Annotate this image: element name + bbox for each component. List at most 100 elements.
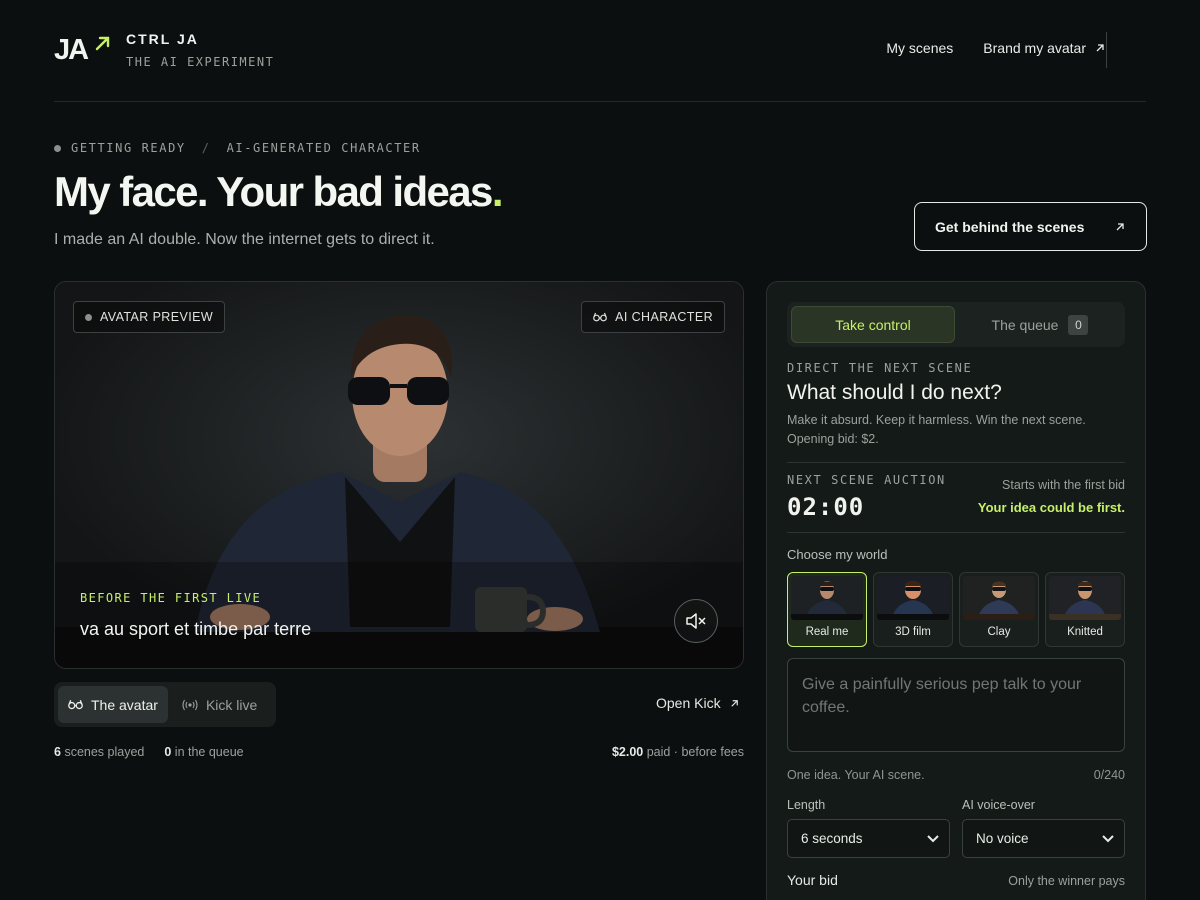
breadcrumb: GETTING READY / AI-GENERATED CHARACTER [54, 141, 421, 155]
arrow-up-right-icon [1096, 44, 1104, 52]
panel-tabs: Take control The queue 0 [787, 302, 1125, 347]
crumb-type: AI-GENERATED CHARACTER [226, 141, 421, 155]
title-text: My face. Your bad ideas [54, 168, 493, 215]
scenes-played-stat: 6 scenes played [54, 745, 144, 759]
select-value: No voice [976, 831, 1029, 846]
toggle-label: The avatar [91, 696, 158, 713]
crumb-separator: / [201, 141, 211, 155]
arrow-up-right-icon [95, 36, 110, 51]
status-dot [54, 144, 61, 152]
nav-brand-my-avatar[interactable]: Brand my avatar [983, 40, 1106, 56]
video-caption: va au sport et timbe par terre [80, 619, 312, 639]
length-select[interactable]: 6 seconds [787, 819, 950, 858]
video-overlay-label: BEFORE THE FIRST LIVE [80, 591, 262, 605]
nav-divider [1106, 32, 1107, 68]
world-picker: Real me 3D film Clay Knitted [787, 572, 1125, 647]
view-toggle: The avatar Kick live [54, 682, 276, 727]
glasses-icon [68, 699, 83, 710]
paid-amount: $2.00 [611, 745, 644, 759]
paid-label: paid · before fees [646, 745, 744, 759]
scene-options: Length 6 seconds AI voice-over No voice [787, 798, 1125, 858]
world-name: Real me [805, 626, 849, 638]
brand: CTRL JA THE AI EXPERIMENT [126, 31, 274, 69]
mute-button[interactable] [674, 599, 718, 643]
length-field: Length 6 seconds [787, 798, 950, 858]
voice-label: AI voice-over [962, 798, 1035, 812]
scene-stats: 6 scenes played 0 in the queue [54, 745, 244, 759]
tab-label: Take control [835, 316, 911, 333]
world-option-3d-film[interactable]: 3D film [873, 572, 953, 647]
arrow-up-right-icon [730, 699, 738, 707]
bid-note: Only the winner pays [1008, 874, 1125, 888]
auction-start-note: Starts with the first bid [1002, 478, 1125, 492]
control-panel: Take control The queue 0 DIRECT THE NEXT… [766, 281, 1146, 900]
behind-the-scenes-button[interactable]: Get behind the scenes [914, 202, 1147, 251]
scenes-label: scenes played [64, 745, 145, 759]
tab-label: The queue [991, 316, 1059, 333]
arrow-up-right-icon [1116, 222, 1124, 230]
description-line: Make it absurd. Keep it harmless. Win th… [787, 413, 1086, 427]
queue-label: in the queue [174, 745, 244, 759]
site-header: JA CTRL JA THE AI EXPERIMENT My scenes B… [54, 0, 1146, 102]
tab-the-queue[interactable]: The queue 0 [959, 306, 1121, 343]
logo[interactable]: JA [54, 34, 114, 68]
avatar-preview-badge: AVATAR PREVIEW [73, 301, 226, 333]
idea-hint: One idea. Your AI scene. [787, 768, 925, 782]
idea-counter: 0/240 [1093, 768, 1125, 782]
queue-stat: 0 in the queue [164, 745, 243, 759]
opening-bid-line: Opening bid: $2. [787, 432, 879, 446]
toggle-the-avatar[interactable]: The avatar [58, 686, 168, 723]
world-name: Clay [987, 626, 1011, 638]
auction-box: NEXT SCENE AUCTION 02:00 Starts with the… [787, 462, 1125, 533]
panel-title: What should I do next? [787, 381, 1002, 404]
toggle-label: Kick live [205, 696, 258, 713]
speaker-muted-icon [686, 613, 706, 629]
select-value: 6 seconds [801, 831, 863, 846]
auction-timer: 02:00 [787, 493, 865, 521]
bid-header: Your bid Only the winner pays [787, 872, 1125, 888]
logo-text: JA [54, 34, 89, 66]
length-label: Length [787, 798, 826, 812]
world-thumbnail [791, 576, 863, 620]
world-option-clay[interactable]: Clay [959, 572, 1039, 647]
section-kicker: DIRECT THE NEXT SCENE [787, 361, 973, 375]
auction-first-note: Your idea could be first. [977, 500, 1125, 515]
world-label: Choose my world [787, 547, 888, 562]
brand-name: CTRL JA [126, 31, 199, 47]
world-thumbnail [963, 576, 1035, 620]
scene-idea-input[interactable] [787, 658, 1125, 752]
main-nav: My scenes Brand my avatar [886, 40, 1106, 56]
world-thumbnail [1049, 576, 1121, 620]
toggle-kick-live[interactable]: Kick live [172, 686, 267, 723]
nav-label: My scenes [886, 40, 954, 56]
world-thumbnail [877, 576, 949, 620]
crumb-status: GETTING READY [71, 141, 186, 155]
link-label: Open Kick [656, 695, 721, 711]
chevron-down-icon [927, 834, 939, 842]
paid-stat: $2.00 paid · before fees [612, 745, 744, 759]
voice-select[interactable]: No voice [962, 819, 1125, 858]
bid-label: Your bid [787, 872, 838, 888]
panel-description: Make it absurd. Keep it harmless. Win th… [787, 411, 1125, 449]
glasses-icon [593, 312, 608, 322]
nav-label: Brand my avatar [983, 40, 1086, 56]
chevron-down-icon [1102, 834, 1114, 842]
page-title: My face. Your bad ideas. [54, 168, 504, 216]
ai-character-badge: AI CHARACTER [581, 301, 725, 333]
world-option-knitted[interactable]: Knitted [1045, 572, 1125, 647]
world-name: Knitted [1067, 626, 1103, 638]
voice-field: AI voice-over No voice [962, 798, 1125, 858]
status-dot [85, 313, 92, 321]
open-kick-link[interactable]: Open Kick [656, 695, 740, 711]
tab-take-control[interactable]: Take control [791, 306, 955, 343]
queue-count-badge: 0 [1068, 314, 1089, 335]
nav-my-scenes[interactable]: My scenes [886, 40, 953, 56]
world-option-real-me[interactable]: Real me [787, 572, 867, 647]
world-name: 3D film [895, 626, 931, 638]
auction-kicker: NEXT SCENE AUCTION [787, 473, 946, 487]
queue-count: 0 [164, 745, 172, 759]
broadcast-icon [182, 699, 198, 710]
avatar-video-preview[interactable]: AVATAR PREVIEW AI CHARACTER BEFORE THE F… [54, 281, 744, 669]
brand-subtitle: THE AI EXPERIMENT [126, 55, 275, 69]
cta-label: Get behind the scenes [935, 218, 1085, 235]
